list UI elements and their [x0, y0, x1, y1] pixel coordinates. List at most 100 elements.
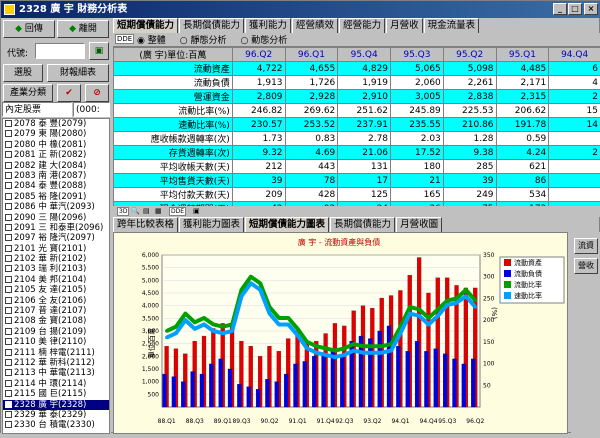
stock-list-item[interactable]: 2086 中 華汽(2093): [3, 202, 109, 212]
stock-checkbox[interactable]: [5, 245, 12, 252]
tab-top-3[interactable]: 經營績效: [292, 18, 338, 33]
radio-icon[interactable]: ○: [180, 36, 191, 46]
tab-chart-3[interactable]: 長期償債能力: [330, 217, 395, 232]
stock-list-item[interactable]: 2115 國 巨(2115): [3, 389, 109, 399]
stock-list-item[interactable]: 2114 中 環(2114): [3, 379, 109, 389]
dde-icon[interactable]: DDE: [115, 34, 134, 44]
stock-list-item[interactable]: 2107 普 達(2107): [3, 306, 109, 316]
stock-list-item[interactable]: 2085 裕 隆(2091): [3, 192, 109, 202]
minimize-button[interactable]: _: [553, 3, 567, 15]
check-icon[interactable]: ✔: [57, 84, 81, 102]
title-bar[interactable]: 2328 廣 宇 財務分析表 _ □ ×: [1, 1, 600, 18]
radio-option[interactable]: ○ 靜態分析: [180, 33, 227, 46]
stock-list-item[interactable]: 2079 東 陽(2080): [3, 129, 109, 139]
copy-icon[interactable]: ▦: [155, 207, 162, 215]
stock-checkbox[interactable]: [5, 297, 12, 304]
stock-checkbox[interactable]: [5, 359, 12, 366]
stock-checkbox[interactable]: [5, 286, 12, 293]
stock-checkbox[interactable]: [5, 401, 12, 408]
stock-checkbox[interactable]: [5, 214, 12, 221]
table-row[interactable]: 速動比率(%)230.57253.52237.91235.55210.86191…: [114, 118, 600, 132]
tab-top-6[interactable]: 現金流量表: [424, 18, 480, 33]
chart-dde-icon[interactable]: DDE: [169, 207, 186, 216]
stock-checkbox[interactable]: [5, 380, 12, 387]
stock-checkbox[interactable]: [5, 307, 12, 314]
period-header[interactable]: 95.Q1: [496, 48, 549, 62]
radio-option[interactable]: ◉ 整體: [137, 33, 166, 46]
radio-icon[interactable]: ○: [240, 36, 251, 46]
code-input[interactable]: [35, 43, 85, 59]
stock-checkbox[interactable]: [5, 338, 12, 345]
tab-chart-2[interactable]: 短期償債能力圖表: [245, 217, 329, 232]
table-row[interactable]: 應收帳款週轉率(次)1.730.832.782.031.280.59: [114, 132, 600, 146]
table-row[interactable]: 平均售貨天數(天)397817213986: [114, 174, 600, 188]
industry-button[interactable]: 產業分類: [3, 84, 53, 102]
filter-option-select[interactable]: (000:: [73, 102, 110, 117]
zoom-icon[interactable]: 🔍: [131, 207, 140, 215]
stock-list-item[interactable]: 2328 廣 宇(2328): [3, 400, 109, 410]
cancel-icon[interactable]: ⊘: [85, 84, 109, 102]
back-button[interactable]: ◆ 回傳: [3, 20, 55, 38]
table-row[interactable]: 平均付款天數(天)209428125165249534: [114, 188, 600, 202]
table-row[interactable]: 營運資金2,8092,9282,9103,0052,8382,3152: [114, 90, 600, 104]
stock-checkbox[interactable]: [5, 349, 12, 356]
stock-list-item[interactable]: 2330 台 積電(2330): [3, 420, 109, 430]
stock-checkbox[interactable]: [5, 151, 12, 158]
period-header[interactable]: 96.Q2: [232, 48, 285, 62]
stock-checkbox[interactable]: [5, 224, 12, 231]
tab-top-4[interactable]: 經營能力: [339, 18, 385, 33]
stock-list[interactable]: 2078 泰 豐(2079)2079 東 陽(2080)2080 中 橡(208…: [2, 118, 110, 434]
stock-list-item[interactable]: 2106 全 友(2106): [3, 296, 109, 306]
stock-checkbox[interactable]: [5, 328, 12, 335]
stock-checkbox[interactable]: [5, 120, 12, 127]
stock-checkbox[interactable]: [5, 390, 12, 397]
stock-list-item[interactable]: 2103 瑞 利(2103): [3, 264, 109, 274]
stock-checkbox[interactable]: [5, 317, 12, 324]
exit-button[interactable]: ◆ 離開: [57, 20, 109, 38]
print-icon[interactable]: ▤: [143, 207, 150, 215]
stock-list-item[interactable]: 2113 中 華電(2113): [3, 368, 109, 378]
stock-checkbox[interactable]: [5, 255, 12, 262]
revenue-button[interactable]: 營收: [574, 258, 598, 274]
stock-checkbox[interactable]: [5, 203, 12, 210]
export-icon[interactable]: ▣: [193, 207, 200, 215]
stock-list-item[interactable]: 2081 正 新(2082): [3, 150, 109, 160]
maximize-button[interactable]: □: [568, 3, 582, 15]
tab-top-0[interactable]: 短期償債能力: [113, 18, 178, 33]
period-header[interactable]: 96.Q1: [285, 48, 338, 62]
stock-checkbox[interactable]: [5, 369, 12, 376]
tab-chart-0[interactable]: 跨年比較表格: [113, 217, 178, 232]
stock-checkbox[interactable]: [5, 141, 12, 148]
radio-icon[interactable]: ◉: [137, 36, 148, 46]
stock-checkbox[interactable]: [5, 276, 12, 283]
stock-list-item[interactable]: 2078 泰 豐(2079): [3, 119, 109, 129]
stock-checkbox[interactable]: [5, 234, 12, 241]
stock-list-item[interactable]: 2097 裕 隆汽(2097): [3, 233, 109, 243]
stock-checkbox[interactable]: [5, 193, 12, 200]
table-row[interactable]: 流動比率(%)246.82269.62251.62245.89225.53206…: [114, 104, 600, 118]
stock-list-item[interactable]: 2110 美 律(2110): [3, 337, 109, 347]
stock-list-item[interactable]: 2108 金 寶(2108): [3, 316, 109, 326]
stock-list-item[interactable]: 2104 美 邦(2104): [3, 275, 109, 285]
tab-top-5[interactable]: 月營收: [386, 18, 423, 33]
tab-top-1[interactable]: 長期償債能力: [179, 18, 244, 33]
close-button[interactable]: ×: [584, 3, 598, 15]
tab-chart-4[interactable]: 月營收圖: [396, 217, 442, 232]
pick-stock-button[interactable]: 選股: [3, 64, 43, 82]
stock-list-item[interactable]: 2109 台 揚(2109): [3, 327, 109, 337]
period-header[interactable]: 95.Q3: [391, 48, 444, 62]
current-assets-button[interactable]: 流資: [574, 238, 598, 254]
stock-checkbox[interactable]: [5, 182, 12, 189]
stock-list-item[interactable]: 2084 泰 豐(2088): [3, 181, 109, 191]
stock-list-item[interactable]: 2329 華 泰(2329): [3, 410, 109, 420]
stock-list-item[interactable]: 2083 南 港(2087): [3, 171, 109, 181]
stock-checkbox[interactable]: [5, 265, 12, 272]
stock-list-item[interactable]: 2080 中 橡(2081): [3, 140, 109, 150]
period-header[interactable]: 95.Q2: [443, 48, 496, 62]
radio-option[interactable]: ○ 動態分析: [240, 33, 287, 46]
financial-detail-button[interactable]: 財報細表: [47, 64, 109, 82]
stock-checkbox[interactable]: [5, 172, 12, 179]
3d-toggle-icon[interactable]: 3D: [117, 207, 129, 216]
stock-list-item[interactable]: 2091 三 和泰車(2096): [3, 223, 109, 233]
stock-list-item[interactable]: 2105 友 達(2105): [3, 285, 109, 295]
